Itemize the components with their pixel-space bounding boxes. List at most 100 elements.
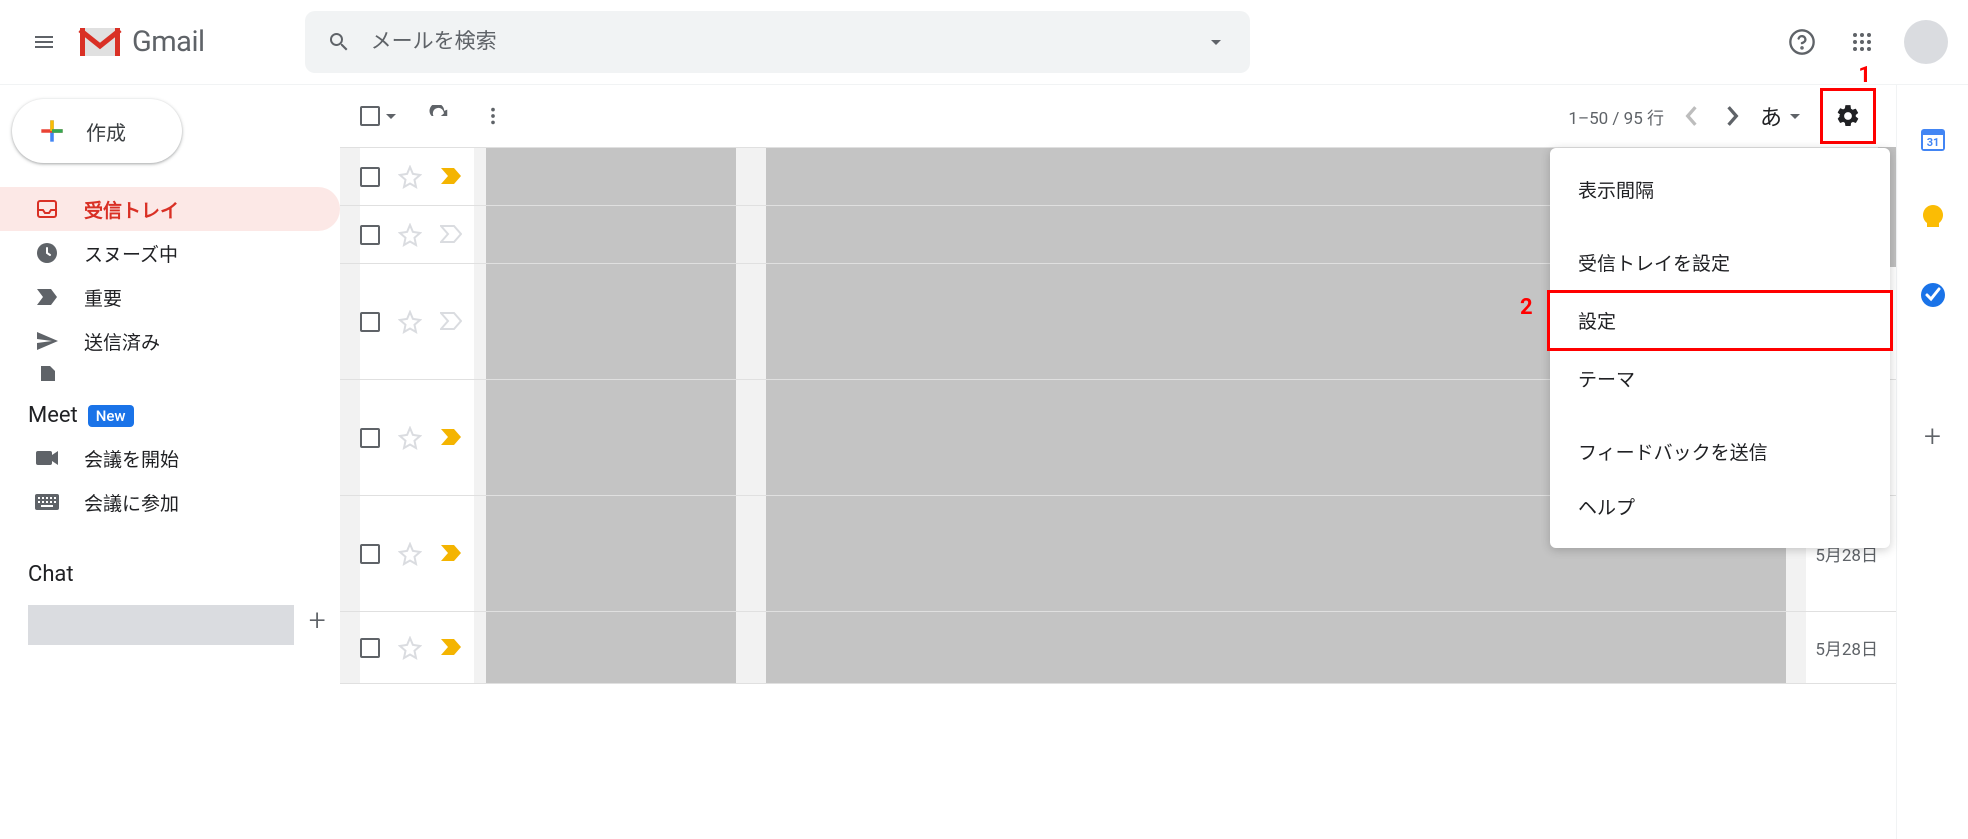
importance-marker[interactable] [440,167,460,187]
account-avatar[interactable] [1904,20,1948,64]
app-header: Gmail [0,0,1968,85]
more-vert-icon [482,105,504,127]
new-badge: New [88,405,134,427]
search-button[interactable] [315,18,363,66]
star-button[interactable] [398,310,422,334]
calendar-app-button[interactable]: 31 [1919,125,1947,153]
refresh-button[interactable] [428,105,450,127]
toolbar-right: 1–50 / 95 行 あ 1 [1568,88,1876,144]
sidebar-item-label: 重要 [84,284,122,311]
compose-button[interactable]: 作成 [12,99,182,163]
compose-label: 作成 [86,117,126,146]
star-button[interactable] [398,542,422,566]
draft-icon [34,363,60,381]
row-checkbox[interactable] [360,638,380,658]
chat-item-placeholder[interactable] [28,605,294,645]
importance-icon [440,167,462,185]
menu-item-themes[interactable]: テーマ [1550,351,1890,406]
search-box[interactable] [305,11,1250,73]
caret-down-icon [1790,114,1800,119]
star-button[interactable] [398,636,422,660]
row-checkbox[interactable] [360,428,380,448]
chat-section: Chat + [0,554,340,645]
caret-down-icon [386,114,396,119]
row-checkbox[interactable] [360,312,380,332]
header-right [1778,18,1948,66]
sidebar-item-label: 送信済み [84,328,160,355]
sidebar-item-label: スヌーズ中 [84,240,178,267]
importance-marker[interactable] [440,225,460,245]
important-icon [34,284,60,310]
importance-marker[interactable] [440,428,460,448]
annotation-1: 1 [1858,63,1871,88]
nav-list: 受信トレイ スヌーズ中 重要 送信済み [0,187,340,381]
sidebar-item-label: 会議を開始 [84,445,179,472]
menu-item-configure-inbox[interactable]: 受信トレイを設定 [1550,235,1890,290]
star-icon [398,542,422,566]
importance-marker[interactable] [440,638,460,658]
plus-icon [36,115,68,147]
star-icon [398,636,422,660]
add-addon-button[interactable]: + [1924,419,1941,454]
sender-redacted [486,496,736,611]
star-icon [398,426,422,450]
star-icon [398,310,422,334]
importance-icon [440,544,462,562]
star-icon [398,165,422,189]
tasks-app-button[interactable] [1919,281,1947,309]
importance-icon [440,638,462,656]
select-all[interactable] [360,106,396,126]
refresh-icon [428,105,450,127]
logo[interactable]: Gmail [76,24,205,60]
sidebar-item-join-meeting[interactable]: 会議に参加 [0,480,340,524]
video-icon [34,445,60,471]
chat-label: Chat [28,562,74,587]
apps-button[interactable] [1838,18,1886,66]
menu-item-label: 設定 [1578,310,1616,333]
menu-item-density[interactable]: 表示間隔 [1550,162,1890,217]
hamburger-icon [32,30,56,54]
main-menu-button[interactable] [20,18,68,66]
star-button[interactable] [398,223,422,247]
help-icon [1788,28,1816,56]
menu-item-help[interactable]: ヘルプ [1550,479,1890,534]
subject-redacted [766,612,1786,683]
more-button[interactable] [482,105,504,127]
settings-button[interactable]: 1 [1820,88,1876,144]
input-method-button[interactable]: あ [1760,100,1800,132]
row-checkbox[interactable] [360,167,380,187]
sidebar-item-label: 会議に参加 [84,489,179,516]
sidebar-item-start-meeting[interactable]: 会議を開始 [0,436,340,480]
svg-text:31: 31 [1926,136,1939,149]
importance-icon [440,428,462,446]
logo-text: Gmail [132,25,205,59]
sidebar-item-drafts[interactable] [0,363,340,381]
search-input[interactable] [363,30,1192,54]
support-button[interactable] [1778,18,1826,66]
star-button[interactable] [398,165,422,189]
star-button[interactable] [398,426,422,450]
chevron-left-icon [1684,105,1698,127]
meet-label: Meet [28,403,78,428]
importance-marker[interactable] [440,312,460,332]
sidebar-item-important[interactable]: 重要 [0,275,340,319]
importance-marker[interactable] [440,544,460,564]
annotation-2: 2 [1520,295,1533,320]
sidebar-item-snoozed[interactable]: スヌーズ中 [0,231,340,275]
sidebar-item-inbox[interactable]: 受信トレイ [0,187,340,231]
sidebar-item-label: 受信トレイ [84,196,179,223]
settings-menu: 表示間隔 受信トレイを設定 2 設定 テーマ フィードバックを送信 ヘルプ [1550,148,1890,548]
menu-item-settings[interactable]: 2 設定 [1547,290,1893,351]
sidebar-item-sent[interactable]: 送信済み [0,319,340,363]
new-chat-button[interactable]: + [294,596,340,644]
row-checkbox[interactable] [360,544,380,564]
row-checkbox[interactable] [360,225,380,245]
menu-item-feedback[interactable]: フィードバックを送信 [1550,424,1890,479]
email-row[interactable]: 5月28日 [340,612,1896,684]
prev-page-button[interactable] [1684,105,1698,127]
send-icon [34,328,60,354]
next-page-button[interactable] [1726,105,1740,127]
sender-redacted [486,264,736,379]
search-options-button[interactable] [1192,18,1240,66]
keep-app-button[interactable] [1919,203,1947,231]
